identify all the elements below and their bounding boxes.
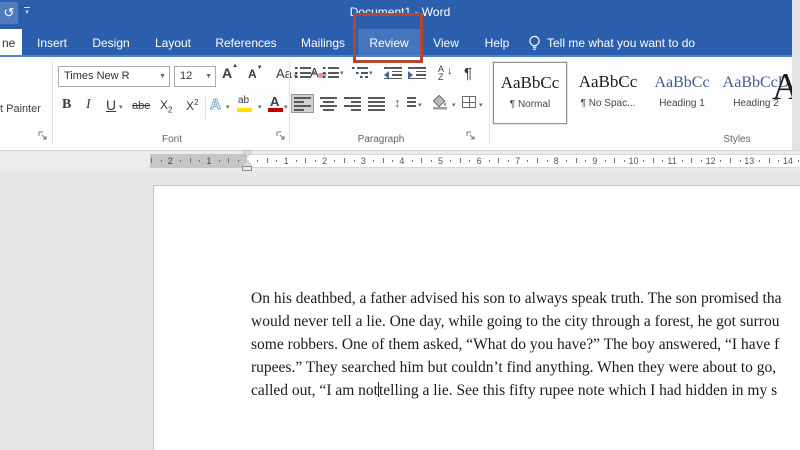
style-no-spacing-preview: AaBbCc bbox=[571, 72, 645, 92]
style-normal-preview: AaBbCc bbox=[494, 73, 566, 93]
lightbulb-icon bbox=[528, 35, 541, 52]
tab-mailings[interactable]: Mailings bbox=[293, 29, 353, 57]
text-line: some robbers. One of them asked, “What d… bbox=[251, 333, 800, 356]
font-color-button[interactable]: A bbox=[270, 94, 279, 109]
tab-home-partial[interactable]: ne bbox=[0, 29, 22, 57]
paragraph-dialog-launcher-icon[interactable] bbox=[466, 131, 476, 141]
document-page[interactable]: On his deathbed, a father advised his so… bbox=[153, 185, 800, 450]
text-line: On his deathbed, a father advised his so… bbox=[251, 287, 800, 310]
styles-group-label: Styles bbox=[723, 134, 750, 145]
paint-bucket-icon bbox=[432, 95, 449, 110]
multilevel-dropdown-icon[interactable]: ▾ bbox=[369, 69, 373, 77]
line-spacing-dropdown-icon[interactable]: ▾ bbox=[418, 101, 422, 109]
font-name-dropdown-icon[interactable]: ▼ bbox=[159, 67, 166, 86]
subscript-button[interactable]: X2 bbox=[160, 98, 172, 114]
text-line: called out, “I am nottelling a lie. See … bbox=[251, 379, 800, 402]
superscript-button[interactable]: X2 bbox=[186, 98, 198, 113]
tab-view[interactable]: View bbox=[425, 29, 467, 57]
font-size-combobox[interactable]: 12 ▼ bbox=[174, 66, 216, 87]
font-size-value: 12 bbox=[180, 70, 192, 82]
show-formatting-marks-button[interactable]: ¶ bbox=[464, 65, 472, 82]
font-color-bar bbox=[268, 108, 283, 112]
tell-me-box[interactable]: Tell me what you want to do bbox=[528, 29, 695, 57]
grow-font-button[interactable]: A▲ bbox=[222, 65, 232, 81]
first-line-indent-marker[interactable] bbox=[242, 151, 252, 157]
shading-dropdown-icon[interactable]: ▾ bbox=[452, 101, 456, 109]
font-color-dropdown-icon[interactable]: ▾ bbox=[284, 103, 288, 111]
style-heading-1-label: Heading 1 bbox=[645, 98, 719, 109]
borders-dropdown-icon[interactable]: ▾ bbox=[479, 101, 483, 109]
font-group-label: Font bbox=[162, 134, 182, 145]
window-edge-strip bbox=[792, 0, 800, 150]
word-window: ↺ ▾ Document1 - Word ne Insert Design La… bbox=[0, 0, 800, 450]
numbering-button[interactable] bbox=[323, 67, 339, 80]
undo-icon[interactable]: ↺ bbox=[0, 2, 18, 24]
document-area: On his deathbed, a father advised his so… bbox=[0, 171, 800, 450]
decrease-indent-button[interactable] bbox=[384, 67, 402, 80]
style-normal[interactable]: AaBbCc ¶ Normal bbox=[493, 62, 567, 124]
document-text: On his deathbed, a father advised his so… bbox=[251, 287, 800, 402]
font-dialog-launcher-icon[interactable] bbox=[276, 131, 286, 141]
italic-button[interactable]: I bbox=[86, 97, 91, 113]
tab-layout[interactable]: Layout bbox=[147, 29, 199, 57]
align-center-button[interactable] bbox=[320, 97, 337, 110]
strikethrough-button[interactable]: abe bbox=[132, 100, 150, 112]
increase-indent-button[interactable] bbox=[408, 67, 426, 80]
tab-references[interactable]: References bbox=[207, 29, 284, 57]
bullets-dropdown-icon[interactable]: ▾ bbox=[312, 69, 316, 77]
tab-design[interactable]: Design bbox=[84, 29, 137, 57]
font-name-combobox[interactable]: Times New R ▼ bbox=[58, 66, 170, 87]
text-highlight-button[interactable]: ab bbox=[238, 95, 249, 106]
text-line: rupees.” They searched him but couldn’t … bbox=[251, 356, 800, 379]
title-bar: ↺ ▾ Document1 - Word ne Insert Design La… bbox=[0, 0, 800, 57]
clipboard-dialog-launcher-icon[interactable] bbox=[38, 131, 48, 141]
bold-button[interactable]: B bbox=[62, 97, 71, 113]
text-line: would never tell a lie. One day, while g… bbox=[251, 310, 800, 333]
ruler-text-area bbox=[247, 154, 800, 168]
style-normal-label: ¶ Normal bbox=[494, 99, 566, 110]
quick-access-customize-icon[interactable]: ▾ bbox=[22, 7, 32, 19]
highlight-dropdown-icon[interactable]: ▾ bbox=[258, 103, 262, 111]
underline-button[interactable]: U bbox=[106, 97, 116, 113]
align-right-button[interactable] bbox=[344, 97, 361, 110]
ribbon: t Painter Times New R ▼ 12 ▼ A▲ A▼ Aa▾ A… bbox=[0, 57, 800, 151]
style-heading-1[interactable]: AaBbCc Heading 1 bbox=[645, 62, 719, 124]
text-effects-button[interactable]: A bbox=[210, 96, 221, 113]
ruler-band: 123456789101112131412 bbox=[0, 151, 800, 171]
tab-insert[interactable]: Insert bbox=[29, 29, 75, 57]
tab-review[interactable]: Review bbox=[361, 29, 416, 57]
bullets-button[interactable] bbox=[295, 67, 311, 80]
align-left-button[interactable] bbox=[292, 95, 313, 112]
shading-button[interactable] bbox=[432, 95, 449, 115]
tell-me-label: Tell me what you want to do bbox=[547, 36, 695, 50]
style-no-spacing[interactable]: AaBbCc ¶ No Spac... bbox=[571, 62, 645, 124]
paragraph-group-label: Paragraph bbox=[358, 134, 405, 145]
font-name-value: Times New R bbox=[64, 70, 130, 82]
shrink-font-button[interactable]: A▼ bbox=[248, 67, 257, 81]
borders-button[interactable] bbox=[462, 96, 476, 108]
underline-dropdown-icon[interactable]: ▾ bbox=[119, 103, 123, 111]
tab-help[interactable]: Help bbox=[477, 29, 518, 57]
sort-button[interactable]: AZ↓ bbox=[438, 65, 444, 81]
format-painter-label-partial[interactable]: t Painter bbox=[0, 103, 41, 115]
text-effects-dropdown-icon[interactable]: ▾ bbox=[226, 103, 230, 111]
multilevel-list-button[interactable] bbox=[352, 67, 368, 80]
highlight-color-bar bbox=[237, 108, 252, 112]
line-spacing-button[interactable]: ↕ bbox=[394, 95, 401, 110]
numbering-dropdown-icon[interactable]: ▾ bbox=[340, 69, 344, 77]
style-heading-1-preview: AaBbCc bbox=[645, 74, 719, 92]
justify-button[interactable] bbox=[368, 97, 385, 110]
window-title: Document1 - Word bbox=[350, 5, 450, 19]
font-size-dropdown-icon[interactable]: ▼ bbox=[205, 67, 212, 86]
style-no-spacing-label: ¶ No Spac... bbox=[571, 98, 645, 109]
